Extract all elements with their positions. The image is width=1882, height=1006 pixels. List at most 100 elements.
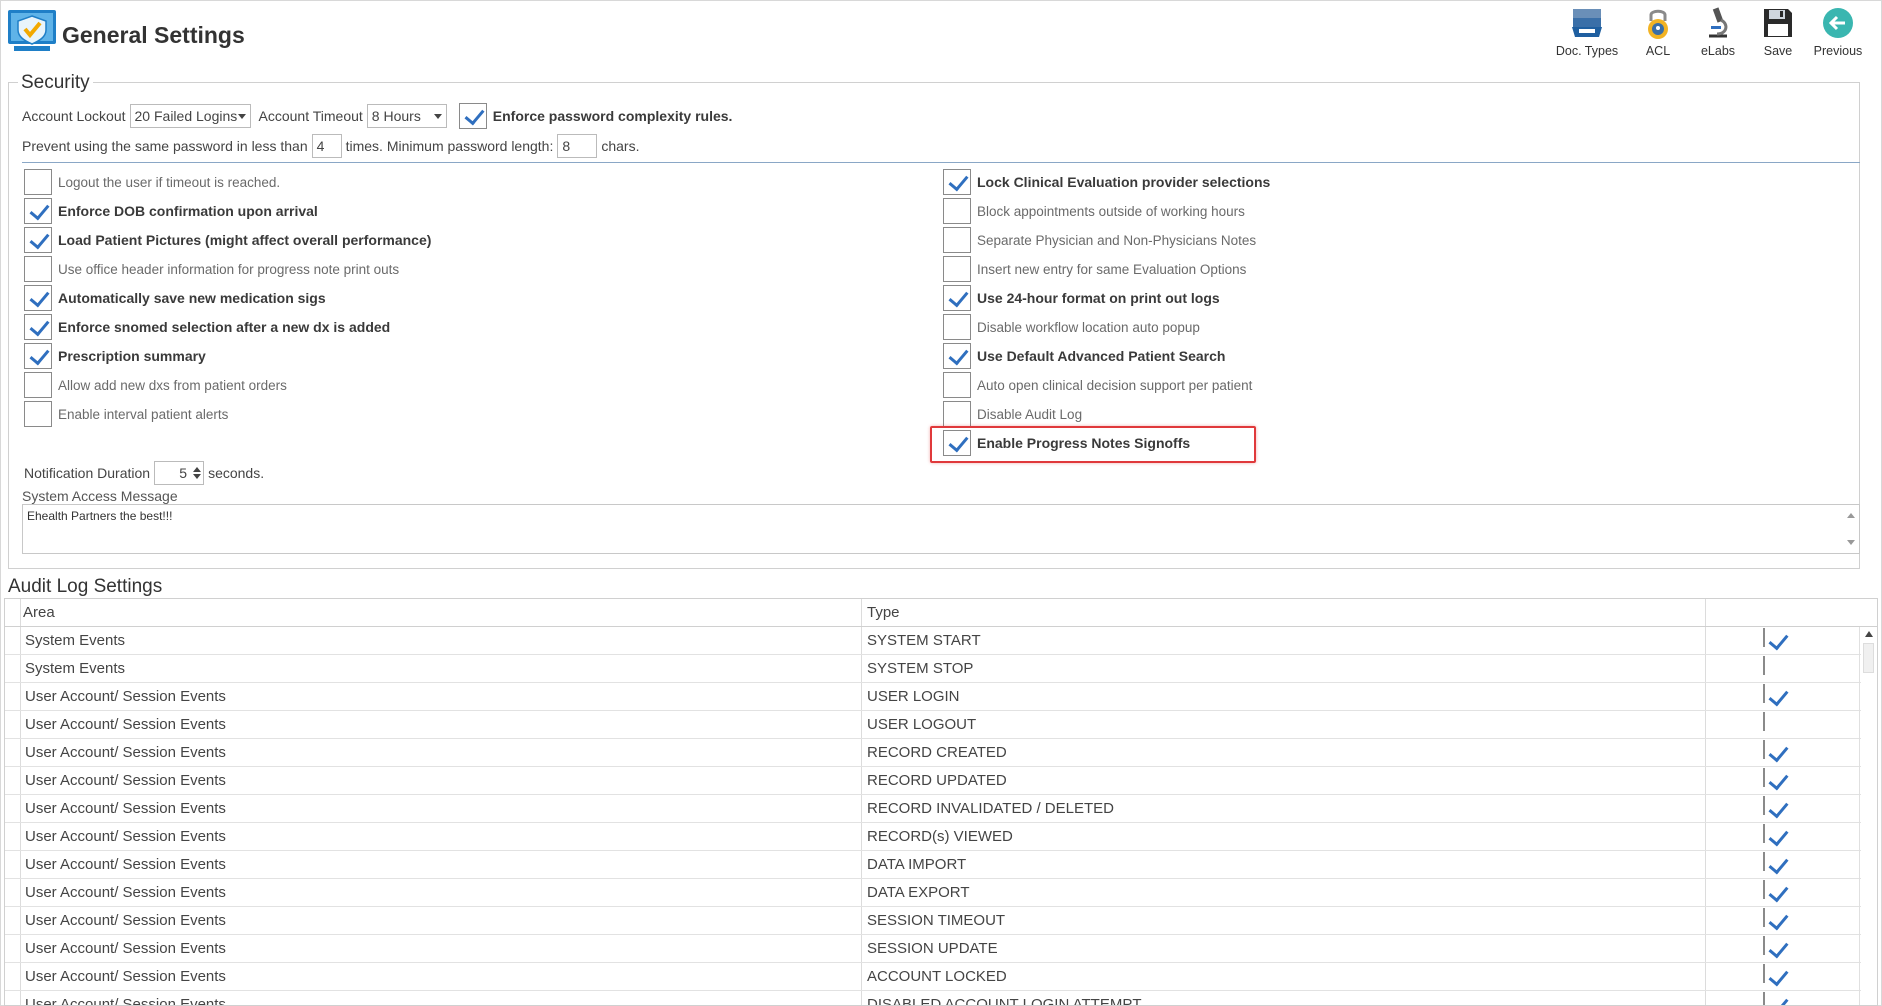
table-row[interactable]: User Account/ Session Events SESSION UPDA… [5, 935, 1861, 963]
option-load-patient-pictures[interactable]: Load Patient Pictures (might affect over… [24, 227, 431, 253]
table-row[interactable]: System Events SYSTEM START [5, 627, 1861, 655]
scroll-thumb[interactable] [1863, 643, 1874, 673]
option-save-medication-sigs[interactable]: Automatically save new medication sigs [24, 285, 326, 311]
enabled-checkbox[interactable] [1763, 824, 1765, 843]
cell-enabled [1763, 992, 1765, 1005]
enabled-checkbox[interactable] [1763, 768, 1765, 787]
option-allow-add-dxs[interactable]: Allow add new dxs from patient orders [24, 372, 287, 398]
checkbox[interactable] [943, 198, 971, 224]
checkbox[interactable] [24, 401, 52, 427]
option-label: Insert new entry for same Evaluation Opt… [977, 261, 1247, 277]
enabled-checkbox[interactable] [1763, 628, 1765, 647]
option-block-appointments[interactable]: Block appointments outside of working ho… [943, 198, 1245, 224]
table-row[interactable]: User Account/ Session Events RECORD(s) VI… [5, 823, 1861, 851]
enabled-checkbox[interactable] [1763, 936, 1765, 955]
account-timeout-select[interactable]: 8 Hours [366, 104, 447, 128]
table-row[interactable]: User Account/ Session Events ACCOUNT LOCK… [5, 963, 1861, 991]
option-disable-audit-log[interactable]: Disable Audit Log [943, 401, 1082, 427]
option-enforce-dob[interactable]: Enforce DOB confirmation upon arrival [24, 198, 318, 224]
table-row[interactable]: User Account/ Session Events USER LOGOUT [5, 711, 1861, 739]
checkbox[interactable] [24, 314, 52, 340]
chevron-up-icon[interactable] [193, 467, 202, 472]
checkbox[interactable] [24, 285, 52, 311]
option-advanced-patient-search[interactable]: Use Default Advanced Patient Search [943, 343, 1225, 369]
enforce-complexity-checkbox[interactable] [458, 103, 487, 129]
checkbox[interactable] [943, 256, 971, 282]
table-row[interactable]: User Account/ Session Events DATA EXPORT [5, 879, 1861, 907]
grid-scrollbar[interactable] [1859, 627, 1877, 1005]
scroll-up-icon[interactable] [1865, 631, 1873, 637]
enabled-checkbox[interactable] [1763, 712, 1765, 731]
enabled-checkbox[interactable] [1763, 796, 1765, 815]
enabled-checkbox[interactable] [1763, 964, 1765, 983]
option-label: Automatically save new medication sigs [58, 290, 326, 306]
checkbox[interactable] [24, 256, 52, 282]
chevron-down-icon[interactable] [193, 474, 202, 479]
option-insert-new-entry[interactable]: Insert new entry for same Evaluation Opt… [943, 256, 1246, 282]
option-auto-open-cds[interactable]: Auto open clinical decision support per … [943, 372, 1252, 398]
account-lockout-select[interactable]: 20 Failed Logins [129, 104, 251, 128]
previous-button[interactable]: Previous [1808, 6, 1868, 62]
table-row[interactable]: User Account/ Session Events RECORD CREAT… [5, 739, 1861, 767]
enabled-checkbox[interactable] [1763, 992, 1765, 1005]
table-row[interactable]: User Account/ Session Events RECORD INVAL… [5, 795, 1861, 823]
checkbox[interactable] [943, 401, 971, 427]
textarea-scrollbar[interactable] [1843, 505, 1859, 553]
column-header-type[interactable]: Type [867, 604, 900, 621]
elabs-button[interactable]: eLabs [1688, 6, 1748, 62]
checkbox[interactable] [943, 169, 971, 195]
checkbox[interactable] [943, 343, 971, 369]
table-row[interactable]: User Account/ Session Events RECORD UPDAT… [5, 767, 1861, 795]
checkbox[interactable] [24, 227, 52, 253]
checkbox[interactable] [943, 227, 971, 253]
password-history-input[interactable]: 4 [311, 134, 342, 158]
checkbox[interactable] [24, 372, 52, 398]
stepper-arrows[interactable] [193, 467, 202, 479]
account-lockout-value: 20 Failed Logins [134, 108, 238, 124]
enabled-checkbox[interactable] [1763, 852, 1765, 871]
table-row[interactable]: System Events SYSTEM STOP [5, 655, 1861, 683]
save-button[interactable]: Save [1748, 6, 1808, 62]
table-row[interactable]: User Account/ Session Events SESSION TIME… [5, 907, 1861, 935]
checkbox[interactable] [24, 198, 52, 224]
security-legend: Security [18, 72, 93, 94]
option-separate-notes[interactable]: Separate Physician and Non-Physicians No… [943, 227, 1256, 253]
option-lock-clinical-evaluation[interactable]: Lock Clinical Evaluation provider select… [943, 169, 1270, 195]
option-24-hour-format[interactable]: Use 24-hour format on print out logs [943, 285, 1220, 311]
enabled-checkbox[interactable] [1763, 740, 1765, 759]
option-label: Prescription summary [58, 348, 206, 364]
enabled-checkbox[interactable] [1763, 684, 1765, 703]
table-row[interactable]: User Account/ Session Events USER LOGIN [5, 683, 1861, 711]
option-label: Use office header information for progre… [58, 261, 400, 277]
checkbox[interactable] [943, 314, 971, 340]
checkbox[interactable] [943, 372, 971, 398]
cell-area: System Events [25, 660, 126, 677]
scroll-down-icon[interactable] [1847, 540, 1855, 545]
checkbox[interactable] [943, 285, 971, 311]
cell-type: USER LOGIN [867, 688, 960, 705]
enabled-checkbox[interactable] [1763, 656, 1765, 675]
enabled-checkbox[interactable] [1763, 908, 1765, 927]
option-office-header[interactable]: Use office header information for progre… [24, 256, 399, 282]
option-logout-timeout[interactable]: Logout the user if timeout is reached. [24, 169, 280, 195]
elabs-label: eLabs [1700, 44, 1736, 58]
acl-button[interactable]: ACL [1628, 6, 1688, 62]
system-access-value: Ehealth Partners the best!!! [27, 509, 173, 523]
checkbox[interactable] [24, 169, 52, 195]
option-disable-workflow-popup[interactable]: Disable workflow location auto popup [943, 314, 1200, 340]
checkbox[interactable] [24, 343, 52, 369]
system-access-textarea[interactable]: Ehealth Partners the best!!! [22, 504, 1860, 554]
option-interval-alerts[interactable]: Enable interval patient alerts [24, 401, 228, 427]
table-row[interactable]: User Account/ Session Events DISABLED ACC… [5, 991, 1861, 1005]
option-enforce-snomed[interactable]: Enforce snomed selection after a new dx … [24, 314, 390, 340]
enabled-checkbox[interactable] [1763, 880, 1765, 899]
enforce-complexity-label: Enforce password complexity rules. [492, 108, 733, 124]
scroll-up-icon[interactable] [1847, 513, 1855, 518]
column-header-area[interactable]: Area [23, 604, 55, 621]
option-label: Disable Audit Log [977, 406, 1083, 422]
notification-duration-stepper[interactable]: 5 [154, 461, 205, 485]
table-row[interactable]: User Account/ Session Events DATA IMPORT [5, 851, 1861, 879]
min-length-input[interactable]: 8 [557, 134, 598, 158]
doc-types-button[interactable]: Doc. Types [1546, 6, 1628, 62]
option-prescription-summary[interactable]: Prescription summary [24, 343, 206, 369]
